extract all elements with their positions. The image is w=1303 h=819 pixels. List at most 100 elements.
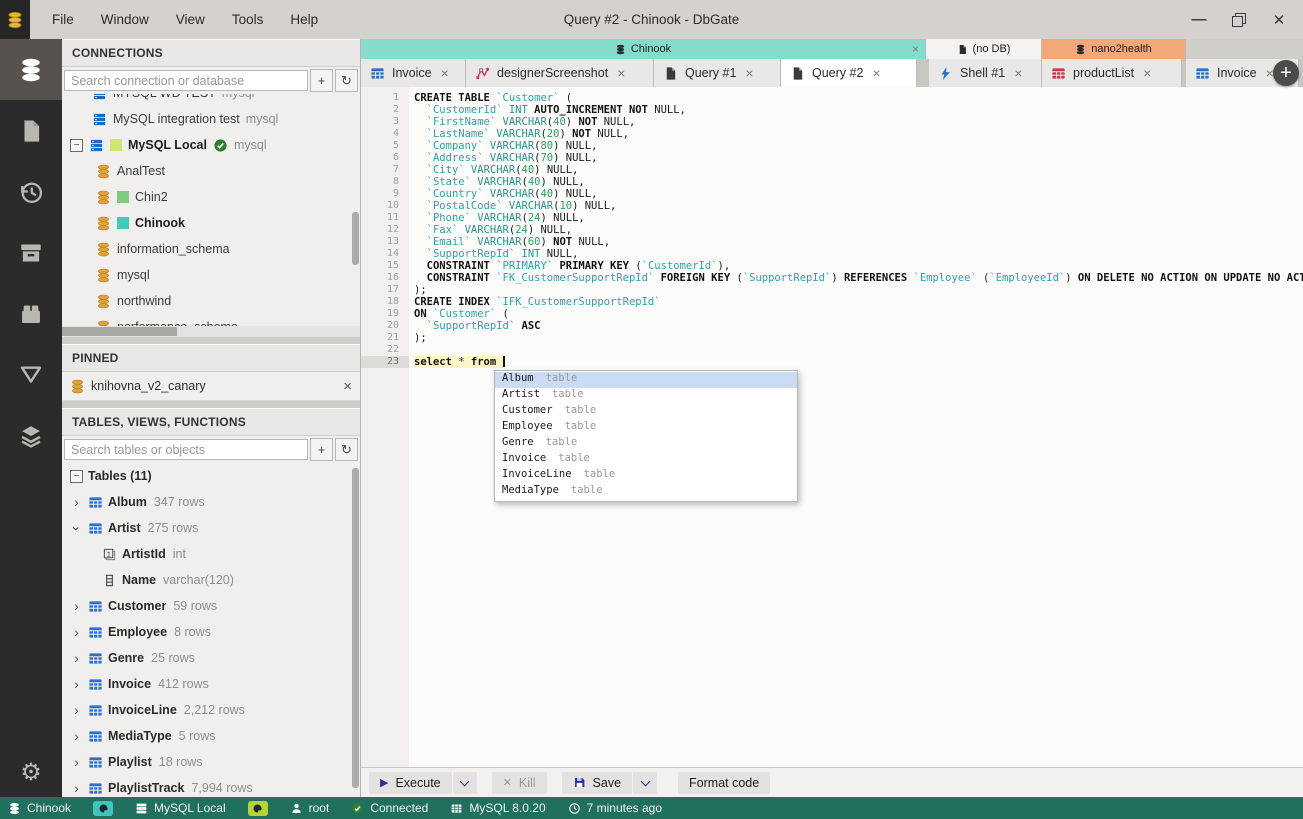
execute-button[interactable]: ▶ Execute [369,771,452,794]
close-tab-icon[interactable]: × [1014,65,1022,81]
connections-hscroll-thumb[interactable] [62,327,177,336]
table-item[interactable]: › Playlist 18 rows [62,749,360,775]
editor-gutter: 1 2 3 4 5 6 7 8 9 10 11 12 13 14 15 16 17 18 19 20 21 22 23 [361,87,409,767]
chevron-right-icon[interactable]: › [70,625,83,639]
tab-Invoice[interactable]: Invoice × [361,59,466,87]
settings-gear-icon[interactable]: ⚙ [0,758,62,787]
menu-tools[interactable]: Tools [232,12,264,27]
autocomplete-item[interactable]: Customer table [495,404,797,420]
connection-name: northwind [117,294,172,308]
connection-item[interactable]: MySQL integration test mysql [62,106,360,132]
collapse-box-icon[interactable]: − [70,469,83,483]
tables-search-input[interactable] [64,439,308,460]
table-item[interactable]: › Customer 59 rows [62,593,360,619]
rail-item-layers-icon[interactable] [0,405,62,466]
rail-item-database-icon[interactable] [0,39,62,100]
autocomplete-item[interactable]: Employee table [495,420,797,436]
connection-item[interactable]: Chin2 [62,184,360,210]
connection-item[interactable]: AnalTest [62,158,360,184]
tab-group-noDB[interactable]: (no DB) [926,39,1042,59]
tab-Query2[interactable]: Query #2 × [781,59,917,87]
restore-button[interactable] [1231,12,1247,28]
connection-color-badge[interactable] [247,800,268,816]
table-item[interactable]: › Invoice 412 rows [62,671,360,697]
close-tab-icon[interactable]: × [441,65,449,81]
menu-file[interactable]: File [52,12,74,27]
rail-item-archive-icon[interactable] [0,222,62,283]
save-dropdown[interactable] [633,771,658,794]
table-item[interactable]: › Genre 25 rows [62,645,360,671]
pinned-item[interactable]: knihovna_v2_canary × [62,372,360,401]
chevron-right-icon[interactable]: › [70,599,83,613]
menu-window[interactable]: Window [101,12,149,27]
connection-item[interactable]: mysql [62,262,360,288]
connection-item[interactable]: MYSQL WD TEST mysql [62,94,360,106]
add-connection-button[interactable]: + [310,69,333,92]
tab-Query1[interactable]: Query #1 × [654,59,781,87]
minimize-button[interactable]: — [1191,11,1207,28]
chevron-right-icon[interactable]: › [70,729,83,743]
table-name: MediaType [108,729,172,743]
status-database[interactable]: Chinook [8,801,71,815]
connection-item[interactable]: northwind [62,288,360,314]
refresh-tables-icon[interactable]: ↻ [335,438,358,461]
tab-Shell1[interactable]: Shell #1 × [929,59,1042,87]
table-item[interactable]: › MediaType 5 rows [62,723,360,749]
autocomplete-item[interactable]: InvoiceLine table [495,468,797,484]
save-button[interactable]: Save [561,771,633,794]
unpin-close-icon[interactable]: × [343,378,352,395]
close-button[interactable]: ✕ [1271,12,1287,29]
autocomplete-item[interactable]: Genre table [495,436,797,452]
connection-item[interactable]: information_schema [62,236,360,262]
table-item[interactable]: › InvoiceLine 2,212 rows [62,697,360,723]
chevron-right-icon[interactable]: › [70,703,83,717]
collapse-box-icon[interactable]: − [70,138,83,152]
table-item[interactable]: › PlaylistTrack 7,994 rows [62,775,360,797]
chevron-right-icon[interactable]: › [70,651,83,665]
menu-view[interactable]: View [176,12,205,27]
add-table-button[interactable]: + [310,438,333,461]
tables-root-item[interactable]: − Tables (11) [62,463,360,489]
chevron-right-icon[interactable]: › [70,755,83,769]
table-item[interactable]: › Artist 275 rows [62,515,360,541]
rail-item-file-icon[interactable] [0,100,62,161]
tab-group-nano2health[interactable]: nano2health [1042,39,1186,59]
database-color-badge[interactable] [93,800,114,816]
chevron-down-icon[interactable]: › [69,522,85,535]
execute-dropdown[interactable] [452,771,477,794]
menu-help[interactable]: Help [290,12,318,27]
close-tab-icon[interactable]: × [617,65,625,81]
autocomplete-item[interactable]: Album table [495,372,797,388]
connections-scrollbar[interactable] [352,212,359,265]
new-tab-button[interactable]: + [1273,60,1299,86]
connection-item[interactable]: performance_schema [62,314,360,326]
sql-editor[interactable]: 1 2 3 4 5 6 7 8 9 10 11 12 13 14 15 16 17 18 19 20 21 22 23 CR… [361,87,1303,767]
connection-item[interactable]: Chinook [62,210,360,236]
connection-item[interactable]: − MySQL Local mysql [62,132,360,158]
tab-productList[interactable]: productList × [1042,59,1182,87]
close-tab-icon[interactable]: × [745,65,753,81]
tables-scrollbar[interactable] [352,468,359,788]
table-item[interactable]: › Employee 8 rows [62,619,360,645]
close-tab-icon[interactable]: × [1143,65,1151,81]
format-code-button[interactable]: Format code [678,771,771,794]
autocomplete-item[interactable]: Artist table [495,388,797,404]
tab-group-Chinook[interactable]: Chinook × [361,39,926,59]
chevron-right-icon[interactable]: › [70,781,83,795]
column-item[interactable]: Name varchar(120) [62,567,360,593]
column-item[interactable]: 1 ArtistId int [62,541,360,567]
connection-search-input[interactable] [64,70,308,91]
autocomplete-item[interactable]: Invoice table [495,452,797,468]
refresh-connections-icon[interactable]: ↻ [335,69,358,92]
rail-item-plugins-icon[interactable] [0,283,62,344]
rail-item-history-icon[interactable] [0,161,62,222]
close-tab-icon[interactable]: × [872,65,880,81]
autocomplete-item[interactable]: MediaType table [495,484,797,500]
close-group-icon[interactable]: × [912,42,919,56]
status-connection[interactable]: MySQL Local [135,801,226,815]
tab-designerScreenshot[interactable]: designerScreenshot × [466,59,654,87]
chevron-right-icon[interactable]: › [70,495,83,509]
table-item[interactable]: › Album 347 rows [62,489,360,515]
chevron-right-icon[interactable]: › [70,677,83,691]
rail-item-filter-icon[interactable] [0,344,62,405]
